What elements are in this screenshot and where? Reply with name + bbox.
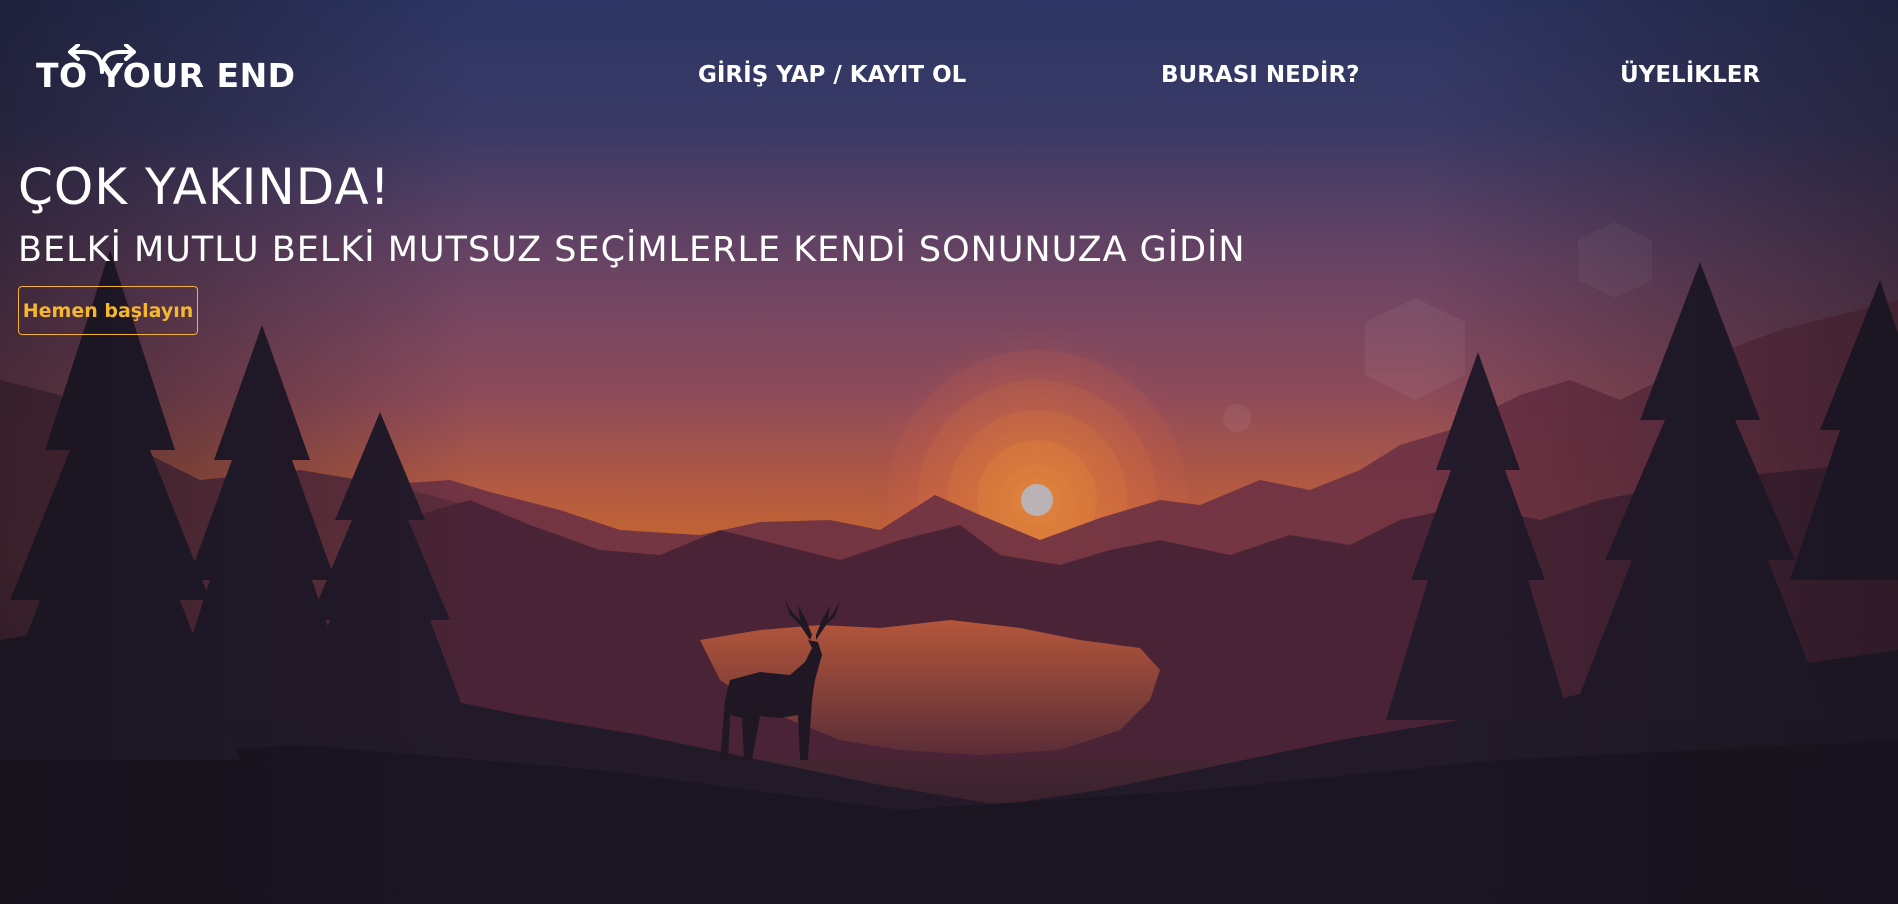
get-started-button[interactable]: Hemen başlayın bbox=[18, 286, 198, 335]
site-header: TO YOUR END GİRİŞ YAP / KAYIT OL BURASI … bbox=[0, 0, 1898, 150]
hero-subtitle: BELKİ MUTLU BELKİ MUTSUZ SEÇİMLERLE KEND… bbox=[18, 230, 1246, 270]
nav-memberships-link[interactable]: ÜYELİKLER bbox=[1620, 62, 1760, 88]
nav-what-is-this-link[interactable]: BURASI NEDİR? bbox=[1161, 62, 1360, 88]
nav-login-register-link[interactable]: GİRİŞ YAP / KAYIT OL bbox=[698, 62, 966, 88]
branching-arrows-icon bbox=[68, 44, 136, 74]
hero-title: ÇOK YAKINDA! bbox=[18, 158, 391, 216]
site-logo[interactable]: TO YOUR END bbox=[36, 44, 296, 95]
